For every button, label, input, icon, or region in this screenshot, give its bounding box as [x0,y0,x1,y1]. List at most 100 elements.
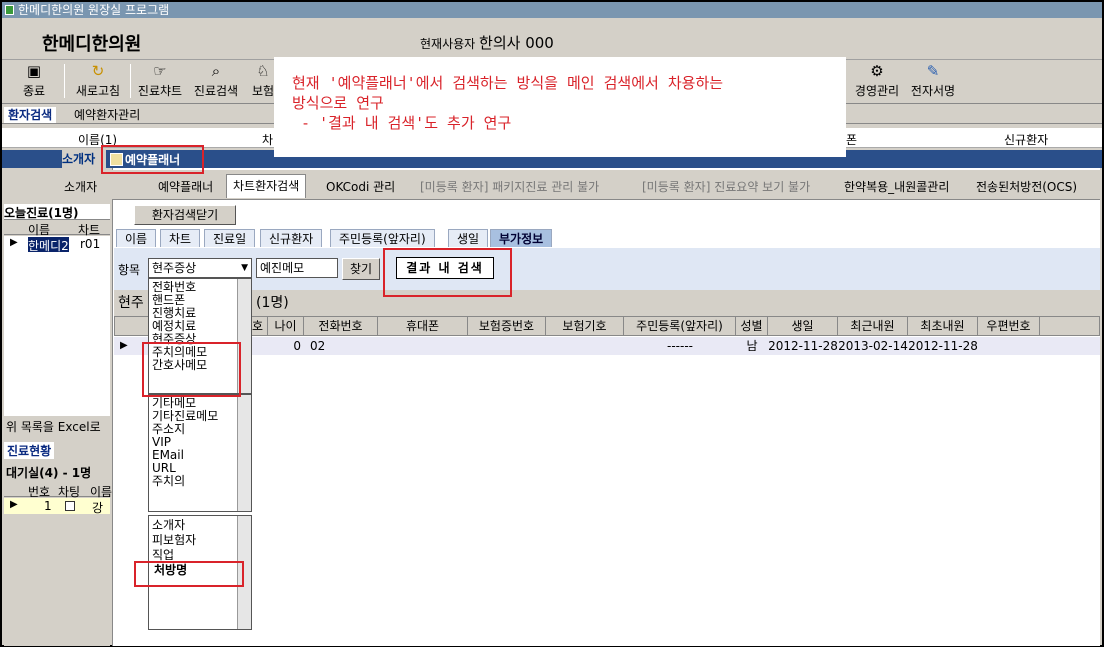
grid-col-ins-no: 보험증번호 [468,317,546,335]
current-user: 현재사용자 한의사 000 [420,32,554,53]
today-row-chart: r01 [80,237,101,251]
list-scrollbar[interactable] [237,395,251,511]
tab-chart-search[interactable]: 차트환자검색 [226,174,307,198]
subtab-date[interactable]: 진료일 [204,229,256,247]
cell-ssn: ------ [624,337,736,355]
chevron-down-icon: ▼ [241,263,248,273]
pen-icon: ✎ [926,62,940,80]
grid-col-gender: 성별 [736,317,768,335]
toolbar-divider [130,64,131,98]
col-new-patient: 신규환자 [1004,133,1049,147]
refresh-icon: ↻ [91,62,105,80]
window-title: 한메디한의원 원장실 프로그램 [18,3,170,17]
search-label: 진료검색 [193,84,239,98]
annotation-note: 현재 '예약플래너'에서 검색하는 방식을 메인 검색에서 차용하는 방식으로 … [274,57,846,157]
close-search-button[interactable]: 환자검색닫기 [134,205,236,225]
magnifier-icon: ⌕ [211,62,221,80]
subtab-ssn[interactable]: 주민등록(앞자리) [330,229,435,247]
row-pointer-icon: ▶ [120,340,128,351]
subtab-extra[interactable]: 부가정보 [490,229,553,247]
cell-recent: 2013-02-14 [838,337,908,355]
left-referrer: 소개자 [64,180,98,194]
clinic-name: 한메디한의원 [42,34,142,55]
cell-zip [978,337,1040,355]
annotation-line: - '결과 내 검색'도 추가 연구 [292,114,512,132]
highlight-result-search [383,248,512,297]
tab-planner[interactable]: 예약플래너 [152,176,220,198]
exit-label: 종료 [22,84,46,98]
subtab-new[interactable]: 신규환자 [260,229,323,247]
exit-button[interactable]: ▣ 종료 [14,62,54,102]
charting-checkbox[interactable] [65,501,75,511]
grid-col-ssn: 주민등록(앞자리) [624,317,736,335]
management-button[interactable]: ⚙ 경영관리 [850,62,904,102]
today-title: 오늘진료(1명) [4,204,110,220]
refresh-label: 새로고침 [75,84,121,98]
subtab-name[interactable]: 이름 [116,229,157,247]
toolbar-divider [64,64,65,98]
insurance-button[interactable]: ♘ 보험 [250,62,276,102]
subtab-birthday[interactable]: 생일 [448,229,489,247]
grid-col-first: 최초내원 [908,317,978,335]
refresh-button[interactable]: ↻ 새로고침 [70,62,126,102]
e-sign-label: 전자서명 [910,84,956,98]
tab-status[interactable]: 진료현황 [4,442,55,459]
tab-patient-search[interactable]: 환자검색 [4,107,57,123]
exit-icon: ▣ [26,62,42,80]
tab-okcodi[interactable]: OKCodi 관리 [320,176,402,198]
cell-first: 2012-11-28 [908,337,978,355]
chart-label: 진료챠트 [137,84,183,98]
e-sign-button[interactable]: ✎ 전자서명 [906,62,960,102]
tab-summary[interactable]: [미등록 환자] 진료요약 보기 불가 [636,176,817,198]
grid-col-phone: 전화번호 [304,317,378,335]
insurance-label: 보험 [251,84,275,98]
highlight-planner [101,145,204,174]
list-item[interactable]: 피보험자 [152,533,248,548]
cell-birthday: 2012-11-28 [768,337,838,355]
current-user-name: 한의사 000 [479,34,554,52]
highlight-memo-items [142,342,241,397]
tab-reservation[interactable]: 예약환자관리 [70,107,144,123]
waiting-room-title: 대기실(4) - 1명 [6,466,92,480]
cell-age: 0 [268,337,304,355]
col-chart: 차 [262,133,274,147]
grid-col-zip: 우편번호 [978,317,1040,335]
item-select[interactable]: 현주증상 ▼ [148,258,252,278]
referrer-label: 소개자 [62,150,106,168]
subtab-chart[interactable]: 차트 [160,229,201,247]
grid-col-age: 나이 [268,317,304,335]
grid-col-birthday: 생일 [768,317,838,335]
col-phone: 폰 [846,133,858,147]
waiting-row-name: 강 [92,501,104,515]
waiting-row-no: 1 [44,499,52,513]
grid-col-ins-code: 보험기호 [546,317,624,335]
annotation-line: 방식으로 연구 [292,94,384,112]
item-label: 항목 [118,263,141,277]
find-button[interactable]: 찾기 [342,258,380,280]
result-label: 현주 [118,295,144,311]
row-pointer-icon: ▶ [10,499,18,510]
management-label: 경영관리 [854,84,900,98]
current-user-label: 현재사용자 [420,37,476,51]
tab-package[interactable]: [미등록 환자] 패키지진료 관리 불가 [414,176,606,198]
list-item[interactable]: 소개자 [152,518,248,533]
search-input[interactable]: 예진메모 [256,258,338,278]
management-icon: ⚙ [870,62,884,80]
annotation-line: 현재 '예약플래너'에서 검색하는 방식을 메인 검색에서 차용하는 [292,74,724,92]
row-pointer-icon: ▶ [10,237,18,248]
excel-export-button[interactable]: 위 목록을 Excel로 [6,418,110,435]
tab-prescription[interactable]: 전송된처방전(OCS) [970,176,1084,198]
cell-ins-code [546,337,624,355]
tab-herbal[interactable]: 한약복용_내원콜관리 [838,176,956,198]
cell-ins-no [468,337,546,355]
item-select-value: 현주증상 [152,261,197,275]
app-icon [5,5,14,15]
title-bar: 한메디한의원 원장실 프로그램 [2,2,1102,18]
result-count: (1명) [256,295,289,311]
highlight-prescription [134,561,244,587]
cell-mobile [378,337,468,355]
chart-button[interactable]: ☞ 진료챠트 [134,62,186,102]
search-button[interactable]: ⌕ 진료검색 [190,62,242,102]
cell-gender: 남 [736,337,768,355]
list-item[interactable]: 주치의 [152,475,248,488]
